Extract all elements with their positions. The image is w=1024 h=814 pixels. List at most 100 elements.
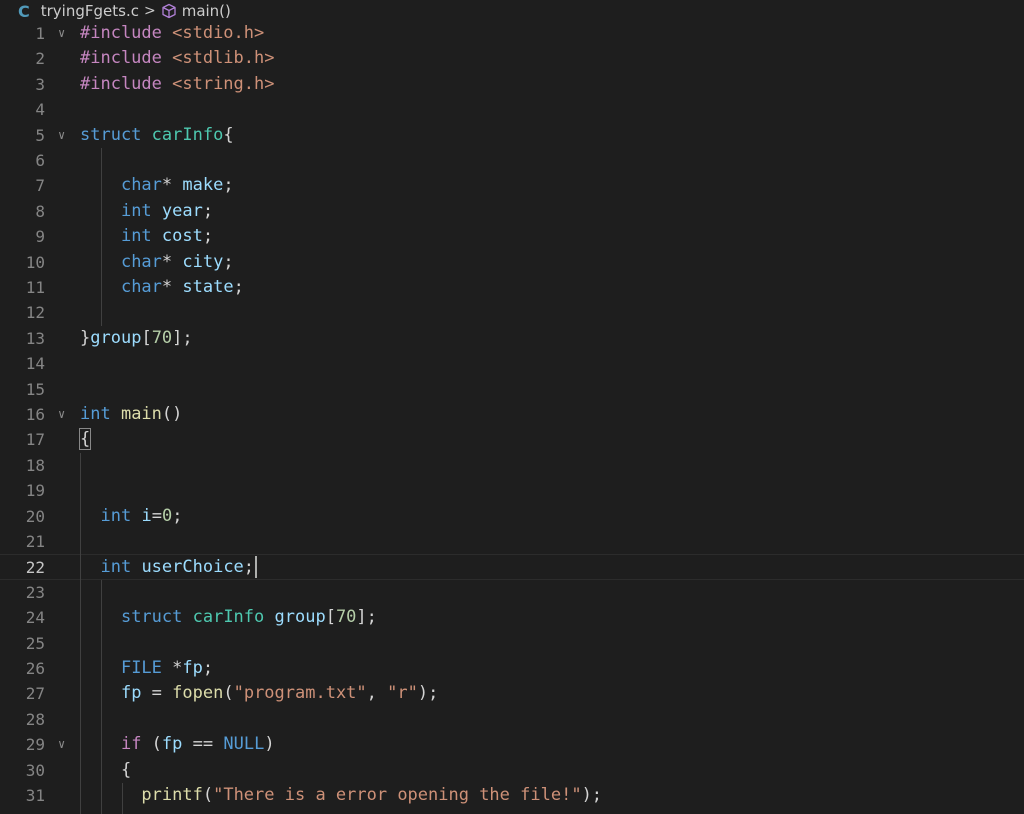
code-line[interactable]: 19 (0, 478, 1024, 503)
code-token: int (120, 200, 162, 221)
line-number[interactable]: 20 (0, 504, 45, 529)
fold-chevron-icon[interactable]: ∨ (58, 402, 72, 427)
fold-chevron-icon[interactable]: ∨ (58, 21, 72, 46)
line-number[interactable]: 17 (0, 427, 45, 452)
line-number[interactable]: 7 (0, 173, 45, 198)
code-line[interactable]: 1 ∨ #include <stdio.h> (0, 21, 1024, 46)
code-editor[interactable]: 1 ∨ #include <stdio.h> 2 #include <stdlib.h>… (0, 20, 1024, 814)
line-number[interactable]: 11 (0, 275, 45, 300)
code-token: i (141, 505, 152, 526)
code-line[interactable]: 13}group[70]; (0, 326, 1024, 351)
code-line[interactable]: 21 (0, 529, 1024, 554)
code-line[interactable]: 8 int year; (0, 199, 1024, 224)
line-number[interactable]: 29 (0, 732, 45, 757)
code-line[interactable]: 22 int userChoice; (0, 554, 1024, 580)
fold-chevron-icon[interactable]: ∨ (58, 732, 72, 757)
code-token: * (161, 277, 183, 297)
code-token: ); (581, 785, 603, 805)
code-token: ; (172, 505, 183, 526)
code-token: fp (182, 658, 203, 678)
code-line[interactable]: 29 ∨ if (fp == NULL) (0, 732, 1024, 757)
line-number[interactable]: 18 (0, 453, 45, 478)
line-number[interactable]: 27 (0, 681, 45, 706)
code-line[interactable]: 12 (0, 300, 1024, 325)
fold-chevron-icon[interactable]: ∨ (58, 123, 72, 148)
line-number[interactable]: 28 (0, 707, 45, 732)
code-line[interactable]: 26 FILE *fp; (0, 656, 1024, 681)
code-line[interactable]: 11 char* state; (0, 275, 1024, 300)
code-token: * (172, 658, 183, 678)
code-line[interactable]: 3 #include <string.h> (0, 72, 1024, 97)
code-token: state (182, 277, 234, 297)
text-cursor (255, 556, 258, 579)
line-number[interactable]: 19 (0, 478, 45, 503)
code-line[interactable]: 16 ∨ int main() (0, 402, 1024, 427)
c-file-icon: C (18, 1, 30, 21)
code-line[interactable]: 32 (0, 808, 1024, 814)
code-text: int userChoice; (80, 555, 258, 580)
code-token: { (223, 124, 234, 145)
code-line[interactable]: 6 (0, 148, 1024, 173)
line-number[interactable]: 30 (0, 758, 45, 783)
line-number[interactable]: 32 (0, 808, 45, 814)
code-line[interactable]: 28 (0, 707, 1024, 732)
line-number[interactable]: 13 (0, 326, 45, 351)
code-token: fp (120, 683, 142, 704)
code-line[interactable]: 9 int cost; (0, 224, 1024, 249)
code-line[interactable]: 14 (0, 351, 1024, 376)
code-token: group (90, 327, 142, 348)
code-line[interactable]: 7 char* make; (0, 173, 1024, 198)
code-text: int i=0; (80, 504, 182, 529)
code-text: #include <string.h> (80, 72, 274, 97)
code-text: int main() (80, 402, 182, 427)
code-line[interactable]: 31 printf("There is a error opening the … (0, 783, 1024, 808)
line-number[interactable]: 25 (0, 631, 45, 656)
line-number[interactable]: 10 (0, 250, 45, 275)
code-line[interactable]: 10 char* city; (0, 250, 1024, 275)
line-number[interactable]: 2 (0, 46, 45, 71)
code-line[interactable]: 17 { (0, 427, 1024, 452)
code-token: * (161, 175, 183, 196)
code-token: char (120, 251, 162, 272)
breadcrumb-symbol[interactable]: main() (182, 2, 231, 20)
code-token: [ (325, 607, 336, 628)
code-line[interactable]: 30 { (0, 758, 1024, 783)
code-text: { (78, 427, 92, 452)
line-number[interactable]: 14 (0, 351, 45, 376)
line-number[interactable]: 3 (0, 72, 45, 97)
code-line[interactable]: 15 (0, 377, 1024, 402)
code-line[interactable]: 24 struct carInfo group[70]; (0, 605, 1024, 630)
code-line[interactable]: 2 #include <stdlib.h> (0, 46, 1024, 71)
code-line[interactable]: 25 (0, 631, 1024, 656)
code-token: ; (202, 658, 214, 678)
code-line[interactable]: 5 ∨ struct carInfo{ (0, 123, 1024, 148)
line-number[interactable]: 22 (0, 555, 45, 580)
code-token: int (100, 505, 142, 526)
line-number[interactable]: 4 (0, 97, 45, 122)
line-number[interactable]: 23 (0, 580, 45, 605)
line-number[interactable]: 21 (0, 529, 45, 554)
code-token: { (80, 759, 132, 780)
line-number[interactable]: 1 (0, 21, 45, 46)
code-token: ; (243, 557, 255, 578)
code-line[interactable]: 27 fp = fopen("program.txt", "r"); (0, 681, 1024, 706)
line-number[interactable]: 24 (0, 605, 45, 630)
line-number[interactable]: 15 (0, 377, 45, 402)
code-line[interactable]: 4 (0, 97, 1024, 122)
line-number[interactable]: 16 (0, 402, 45, 427)
breadcrumb-file[interactable]: tryingFgets.c (41, 2, 139, 20)
code-line[interactable]: 23 (0, 580, 1024, 605)
line-number[interactable]: 12 (0, 300, 45, 325)
line-number[interactable]: 5 (0, 123, 45, 148)
line-number[interactable]: 26 (0, 656, 45, 681)
code-token: if (120, 734, 152, 755)
line-number[interactable]: 8 (0, 199, 45, 224)
code-line[interactable]: 20 int i=0; (0, 504, 1024, 529)
line-number[interactable]: 31 (0, 783, 45, 808)
line-number[interactable]: 6 (0, 148, 45, 173)
code-line[interactable]: 18 (0, 453, 1024, 478)
code-token: fopen (172, 683, 224, 704)
line-number[interactable]: 9 (0, 224, 45, 249)
code-token: <stdio.h> (172, 23, 265, 43)
